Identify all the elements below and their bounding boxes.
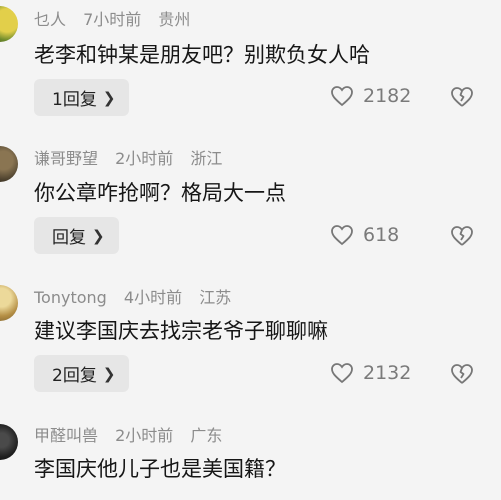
reply-label: 2回复 bbox=[52, 366, 97, 386]
chevron-right-icon: ❯ bbox=[102, 88, 116, 107]
comment-text: 老李和钟某是朋友吧？别欺负女人哈 bbox=[34, 43, 370, 67]
chevron-right-icon: ❯ bbox=[92, 226, 105, 245]
comment-meta: 乜人 7小时前 贵州 bbox=[34, 10, 202, 30]
dislike-button[interactable] bbox=[450, 363, 474, 389]
username[interactable]: 甲醛叫兽 bbox=[34, 426, 98, 445]
like-count: 618 bbox=[363, 224, 400, 246]
avatar[interactable] bbox=[0, 146, 18, 182]
broken-heart-icon bbox=[451, 364, 473, 384]
comment-meta: 谦哥野望 2小时前 浙江 bbox=[34, 149, 234, 169]
timestamp: 2小时前 bbox=[115, 149, 174, 168]
broken-heart-icon bbox=[451, 87, 473, 107]
like-button[interactable]: 618 bbox=[330, 224, 399, 246]
username[interactable]: 谦哥野望 bbox=[34, 149, 98, 168]
location: 浙江 bbox=[190, 149, 223, 168]
timestamp: 2小时前 bbox=[115, 426, 174, 445]
heart-outline-icon bbox=[331, 225, 353, 246]
heart-outline-icon bbox=[331, 86, 353, 107]
chevron-right-icon: ❯ bbox=[102, 364, 116, 383]
location: 广东 bbox=[190, 426, 223, 445]
like-count: 2132 bbox=[363, 362, 412, 384]
comment-meta: 甲醛叫兽 2小时前 广东 bbox=[34, 426, 234, 446]
like-button[interactable]: 2182 bbox=[330, 85, 411, 107]
avatar[interactable] bbox=[0, 424, 18, 460]
avatar[interactable] bbox=[0, 6, 18, 42]
comment-text: 建议李国庆去找宗老爷子聊聊嘛 bbox=[34, 319, 328, 343]
timestamp: 4小时前 bbox=[123, 288, 183, 307]
reply-label: 1回复 bbox=[52, 90, 97, 110]
heart-outline-icon bbox=[331, 363, 353, 384]
dislike-button[interactable] bbox=[450, 225, 474, 251]
dislike-button[interactable] bbox=[450, 86, 474, 112]
username[interactable]: 乜人 bbox=[34, 10, 66, 29]
comment-text: 李国庆他儿子也是美国籍？ bbox=[34, 457, 286, 481]
comment-meta: Tonytong 4小时前 江苏 bbox=[34, 288, 243, 308]
timestamp: 7小时前 bbox=[83, 10, 142, 29]
location: 贵州 bbox=[158, 10, 191, 29]
avatar[interactable] bbox=[0, 285, 18, 321]
broken-heart-icon bbox=[451, 226, 473, 246]
like-count: 2182 bbox=[363, 85, 412, 107]
comment-text: 你公章咋抢啊？格局大一点 bbox=[34, 181, 286, 205]
location: 江苏 bbox=[199, 288, 232, 307]
reply-label: 回复 bbox=[52, 228, 86, 248]
like-button[interactable]: 2132 bbox=[330, 362, 411, 384]
reply-button[interactable]: 回复 ❯ bbox=[34, 217, 119, 254]
username[interactable]: Tonytong bbox=[34, 288, 107, 307]
reply-button[interactable]: 1回复 ❯ bbox=[34, 79, 130, 116]
reply-button[interactable]: 2回复 ❯ bbox=[34, 355, 130, 392]
